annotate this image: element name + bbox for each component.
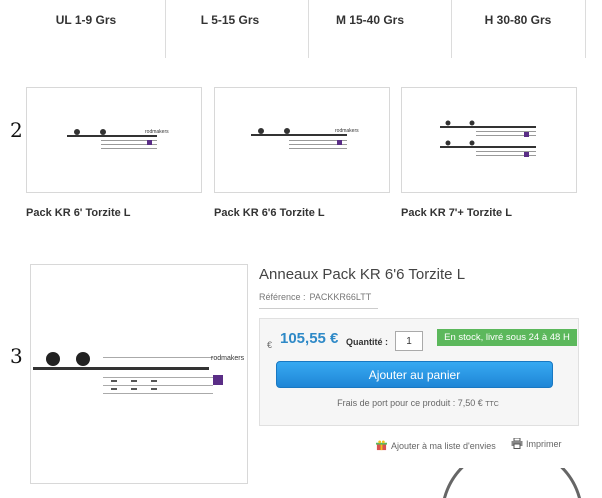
rod-diagram-image: rodmakers	[251, 128, 359, 149]
add-to-cart-button[interactable]: Ajouter au panier	[276, 361, 553, 388]
category-tab-m[interactable]: M 15-40 Grs	[300, 0, 440, 58]
related-product-title[interactable]: Pack KR 7'+ Torzite L	[401, 207, 512, 219]
main-product-image[interactable]: rodmakers	[30, 264, 248, 484]
annotation-number: 3	[10, 344, 23, 368]
category-tab-h[interactable]: H 30-80 Grs	[448, 0, 588, 58]
tab-divider	[585, 0, 586, 58]
rod-diagram-image	[440, 120, 536, 157]
decorative-arc	[443, 468, 581, 498]
product-price: 105,55 €	[280, 330, 339, 347]
product-thumbnail[interactable]	[401, 87, 577, 193]
printer-icon	[511, 438, 523, 449]
divider	[259, 308, 378, 309]
quantity-label: Quantité :	[346, 337, 388, 347]
rod-diagram-image: rodmakers	[33, 352, 245, 394]
wishlist-label: Ajouter à ma liste d'envies	[391, 441, 496, 451]
shipping-suffix: TTC	[485, 401, 499, 408]
quantity-input[interactable]: 1	[395, 331, 423, 351]
rod-diagram-image: rodmakers	[67, 129, 169, 149]
wishlist-link[interactable]: Ajouter à ma liste d'envies	[376, 440, 496, 451]
reference-label: Référence :	[259, 292, 306, 302]
shipping-info: Frais de port pour ce produit : 7,50 € T…	[259, 398, 577, 408]
reference-value: PACKKR66LTT	[309, 292, 372, 302]
svg-text:rodmakers: rodmakers	[145, 129, 169, 135]
stock-badge: En stock, livré sous 24 à 48 H	[437, 329, 577, 346]
annotation-number: 2	[10, 118, 23, 142]
product-title: Anneaux Pack KR 6'6 Torzite L	[259, 266, 466, 283]
related-product-title[interactable]: Pack KR 6' Torzite L	[26, 207, 131, 219]
gift-icon	[376, 440, 387, 451]
print-label: Imprimer	[526, 439, 562, 449]
category-tab-ul[interactable]: UL 1-9 Grs	[16, 0, 156, 58]
reference-row: Référence : PACKKR66LTT	[259, 292, 371, 302]
print-link[interactable]: Imprimer	[511, 438, 562, 449]
product-thumbnail[interactable]: rodmakers	[26, 87, 202, 193]
product-thumbnail[interactable]: rodmakers	[214, 87, 390, 193]
category-tab-l[interactable]: L 5-15 Grs	[160, 0, 300, 58]
shipping-text: Frais de port pour ce produit : 7,50 €	[337, 398, 483, 408]
related-product-title[interactable]: Pack KR 6'6 Torzite L	[214, 207, 325, 219]
svg-text:rodmakers: rodmakers	[211, 355, 245, 362]
currency-symbol: €	[267, 340, 273, 350]
svg-text:rodmakers: rodmakers	[335, 128, 359, 134]
